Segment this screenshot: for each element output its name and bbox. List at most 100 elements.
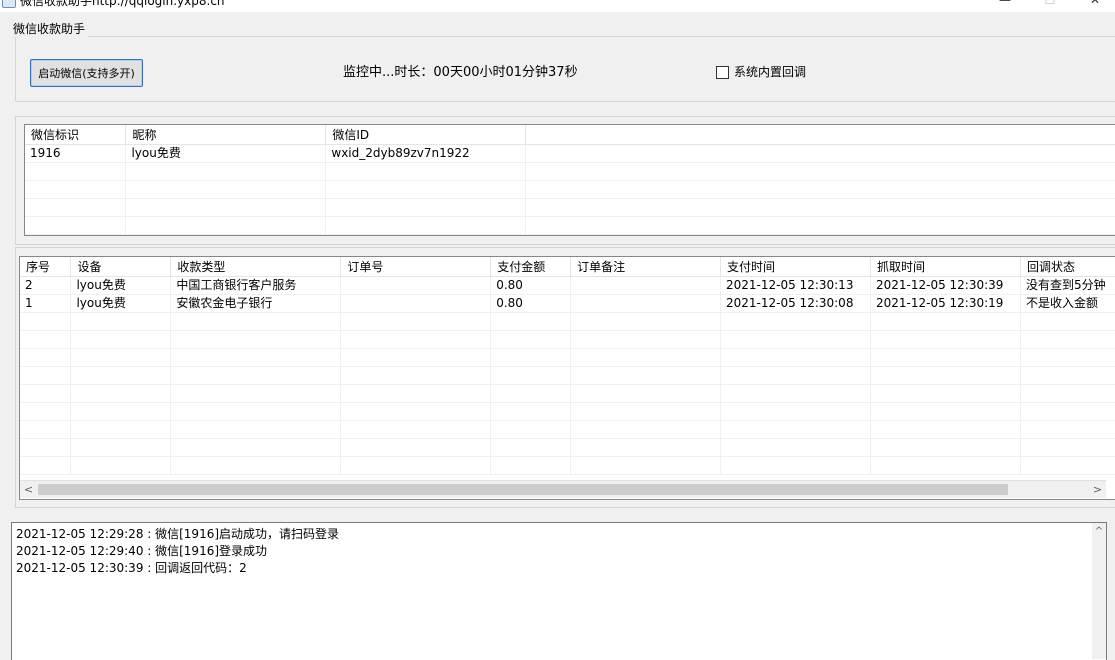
orders-listview[interactable]: 序号 设备 收款类型 订单号 支付金额 订单备注 支付时间 抓取时间 回调状态 2 lyou免费中… <box>19 256 1115 500</box>
empty-row <box>20 384 1115 403</box>
empty-cell <box>870 330 1021 349</box>
log-textbox[interactable]: 2021-12-05 12:29:28 : 微信[1916]启动成功，请扫码登录… <box>11 522 1107 660</box>
empty-cell <box>125 162 327 181</box>
empty-cell <box>490 438 572 457</box>
order-cell: 安徽农金电子银行 <box>170 294 342 313</box>
order-column-header[interactable]: 订单备注 <box>570 257 721 277</box>
order-column-header[interactable]: 序号 <box>20 257 72 277</box>
empty-cell <box>20 420 72 439</box>
empty-cell <box>20 312 72 331</box>
empty-cell <box>25 162 127 181</box>
empty-cell <box>570 384 721 403</box>
empty-cell <box>340 330 492 349</box>
empty-cell <box>1020 438 1115 457</box>
minimize-icon[interactable]: — <box>998 0 1012 7</box>
empty-cell <box>570 438 721 457</box>
scrollbar-thumb[interactable] <box>38 484 1008 495</box>
empty-cell <box>490 420 572 439</box>
builtin-callback-checkbox[interactable] <box>716 66 729 79</box>
order-column-header[interactable]: 回调状态 <box>1020 257 1115 277</box>
empty-row <box>20 456 1115 475</box>
empty-cell <box>720 330 871 349</box>
empty-cell <box>720 366 871 385</box>
empty-cell <box>340 384 492 403</box>
close-icon[interactable]: ✕ <box>1088 0 1102 7</box>
scroll-right-icon[interactable]: > <box>1089 481 1106 498</box>
empty-cell <box>70 348 172 367</box>
empty-row <box>20 438 1115 457</box>
order-cell <box>340 294 492 313</box>
account-column-header[interactable]: 微信ID <box>325 125 527 145</box>
account-column-header[interactable]: 微信标识 <box>25 125 127 145</box>
empty-cell <box>1020 420 1115 439</box>
empty-cell <box>325 162 527 181</box>
empty-cell <box>720 312 871 331</box>
scroll-up-icon[interactable]: ^ <box>1092 523 1106 540</box>
empty-cell <box>20 456 72 475</box>
empty-cell <box>525 198 1115 217</box>
empty-row <box>20 420 1115 439</box>
order-row[interactable]: 2 lyou免费 中国工商银行客户服务 0.80 2021-12-05 12:30:13… <box>20 276 1115 295</box>
order-column-header[interactable]: 收款类型 <box>170 257 342 277</box>
empty-cell <box>720 384 871 403</box>
empty-cell <box>870 366 1021 385</box>
empty-cell <box>170 366 342 385</box>
order-row[interactable]: 1 lyou免费 安徽农金电子银行 0.80 2021-12-05 12:30:08 20… <box>20 294 1115 313</box>
empty-cell <box>340 456 492 475</box>
empty-cell <box>870 420 1021 439</box>
empty-cell <box>870 312 1021 331</box>
empty-cell <box>870 402 1021 421</box>
account-column-header[interactable]: 昵称 <box>125 125 327 145</box>
scroll-left-icon[interactable]: < <box>20 481 37 498</box>
order-cell <box>340 276 492 295</box>
empty-cell <box>125 180 327 199</box>
empty-row <box>20 330 1115 349</box>
empty-cell <box>340 420 492 439</box>
empty-cell <box>20 438 72 457</box>
builtin-callback-label[interactable]: 系统内置回调 <box>734 65 806 80</box>
order-column-header[interactable]: 支付金额 <box>490 257 572 277</box>
empty-cell <box>170 330 342 349</box>
account-row[interactable]: 1916 lyou免费 wxid_2dyb89zv7n1922 <box>25 144 1115 163</box>
empty-cell <box>525 216 1115 235</box>
empty-cell <box>490 330 572 349</box>
log-vertical-scrollbar[interactable]: ^ <box>1092 523 1106 659</box>
empty-row <box>20 366 1115 385</box>
empty-cell <box>1020 366 1115 385</box>
log-line: 2021-12-05 12:29:28 : 微信[1916]启动成功，请扫码登录 <box>16 527 340 541</box>
order-column-header[interactable]: 订单号 <box>340 257 492 277</box>
orders-horizontal-scrollbar[interactable]: < > <box>20 480 1106 498</box>
empty-cell <box>170 420 342 439</box>
order-cell: 没有查到5分钟 <box>1020 276 1115 295</box>
empty-cell <box>490 384 572 403</box>
empty-row <box>25 216 1115 235</box>
accounts-listview[interactable]: 微信标识 昵称 微信ID 1916 lyou免费 wxid_2dyb89zv7n1922 <box>24 124 1115 236</box>
empty-cell <box>325 198 527 217</box>
order-cell: 2021-12-05 12:30:39 <box>870 276 1021 295</box>
title-bar: 微信收款助手http://qqlogin.yxp8.cn — ☐ ✕ <box>0 0 1115 12</box>
empty-cell <box>570 348 721 367</box>
account-cell: lyou免费 <box>125 144 327 163</box>
empty-cell <box>125 198 327 217</box>
order-cell: 2021-12-05 12:30:13 <box>720 276 871 295</box>
empty-cell <box>25 180 127 199</box>
empty-cell <box>720 420 871 439</box>
empty-cell <box>870 456 1021 475</box>
order-column-header[interactable]: 支付时间 <box>720 257 871 277</box>
order-cell: 1 <box>20 294 72 313</box>
order-column-header[interactable]: 设备 <box>70 257 172 277</box>
empty-cell <box>490 456 572 475</box>
order-column-header[interactable]: 抓取时间 <box>870 257 1021 277</box>
empty-row <box>25 180 1115 199</box>
empty-cell <box>570 456 721 475</box>
account-column-header[interactable] <box>525 125 1115 145</box>
empty-cell <box>340 348 492 367</box>
empty-cell <box>570 312 721 331</box>
maximize-icon[interactable]: ☐ <box>1043 0 1057 7</box>
empty-cell <box>490 402 572 421</box>
start-wechat-button[interactable]: 启动微信(支持多开) <box>30 59 143 87</box>
empty-cell <box>570 420 721 439</box>
empty-cell <box>1020 348 1115 367</box>
order-cell: 0.80 <box>490 294 572 313</box>
empty-cell <box>170 348 342 367</box>
